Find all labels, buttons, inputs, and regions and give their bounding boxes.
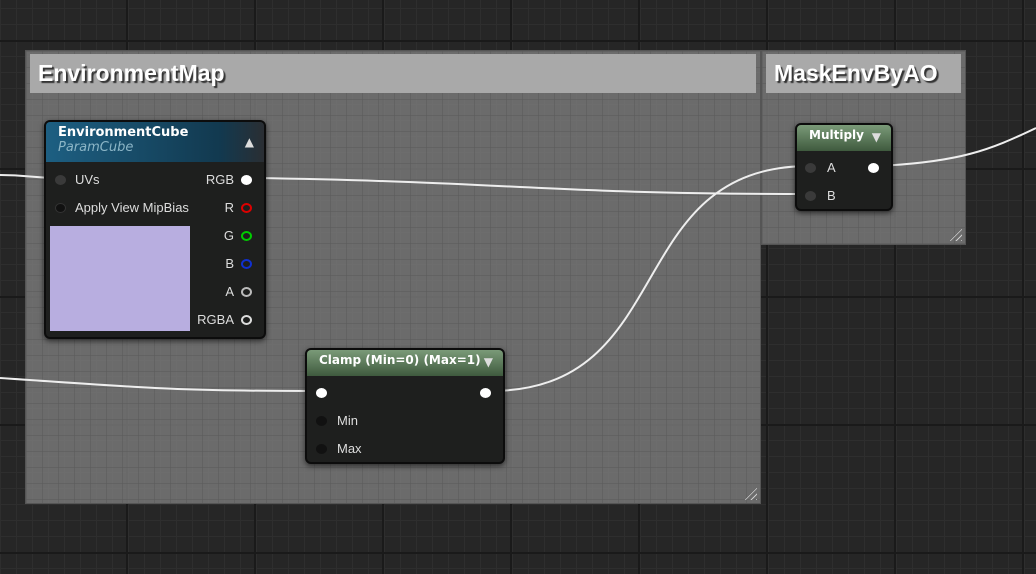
node-header: Multiply ▼ [797, 125, 891, 151]
wire-multiply-out [877, 127, 1036, 167]
output-label: RGBA [197, 312, 234, 327]
node-title: Clamp (Min=0) (Max=1) [319, 353, 481, 367]
input-label: Min [337, 413, 358, 428]
pin-r[interactable] [241, 203, 252, 213]
pin-a[interactable] [241, 287, 252, 297]
pin-uvs[interactable] [55, 175, 66, 185]
input-label: Apply View MipBias [75, 200, 189, 215]
node-title: EnvironmentCube [58, 125, 189, 140]
pin-multiply-output[interactable] [868, 163, 879, 173]
environment-cube-node[interactable]: EnvironmentCube ParamCube ▲ UVs Apply Vi… [44, 120, 266, 339]
clamp-node[interactable]: Clamp (Min=0) (Max=1) ▼ Min Max [305, 348, 505, 464]
output-label: B [225, 256, 234, 271]
output-label: A [225, 284, 234, 299]
output-label: RGB [205, 172, 234, 187]
pin-max[interactable] [316, 444, 327, 454]
node-subtitle: ParamCube [58, 140, 134, 155]
pin-clamp-input[interactable] [316, 388, 327, 398]
input-label: B [827, 188, 836, 203]
output-label: G [223, 228, 234, 243]
multiply-node[interactable]: Multiply ▼ A B [795, 123, 893, 211]
input-label: UVs [75, 172, 100, 187]
node-header: Clamp (Min=0) (Max=1) ▼ [307, 350, 503, 376]
collapse-arrow-icon[interactable]: ▼ [484, 355, 493, 369]
node-header: EnvironmentCube ParamCube ▲ [46, 122, 264, 162]
pin-rgb[interactable] [241, 175, 252, 185]
wire-clamp-in [0, 377, 321, 392]
pin-g[interactable] [241, 231, 252, 241]
input-label: A [827, 160, 836, 175]
pin-b[interactable] [241, 259, 252, 269]
preview-swatch [50, 226, 190, 331]
node-title: Multiply [809, 128, 864, 142]
pin-clamp-output[interactable] [480, 388, 491, 398]
collapse-arrow-icon[interactable]: ▼ [872, 130, 881, 144]
pin-apply-view-mipbias[interactable] [55, 203, 66, 213]
pin-min[interactable] [316, 416, 327, 426]
pin-b[interactable] [805, 191, 816, 201]
pin-a[interactable] [805, 163, 816, 173]
pin-rgba[interactable] [241, 315, 252, 325]
input-label: Max [337, 441, 362, 456]
output-label: R [224, 200, 234, 215]
wire-clamp-to-a [489, 165, 811, 392]
collapse-arrow-icon[interactable]: ▲ [245, 135, 254, 149]
